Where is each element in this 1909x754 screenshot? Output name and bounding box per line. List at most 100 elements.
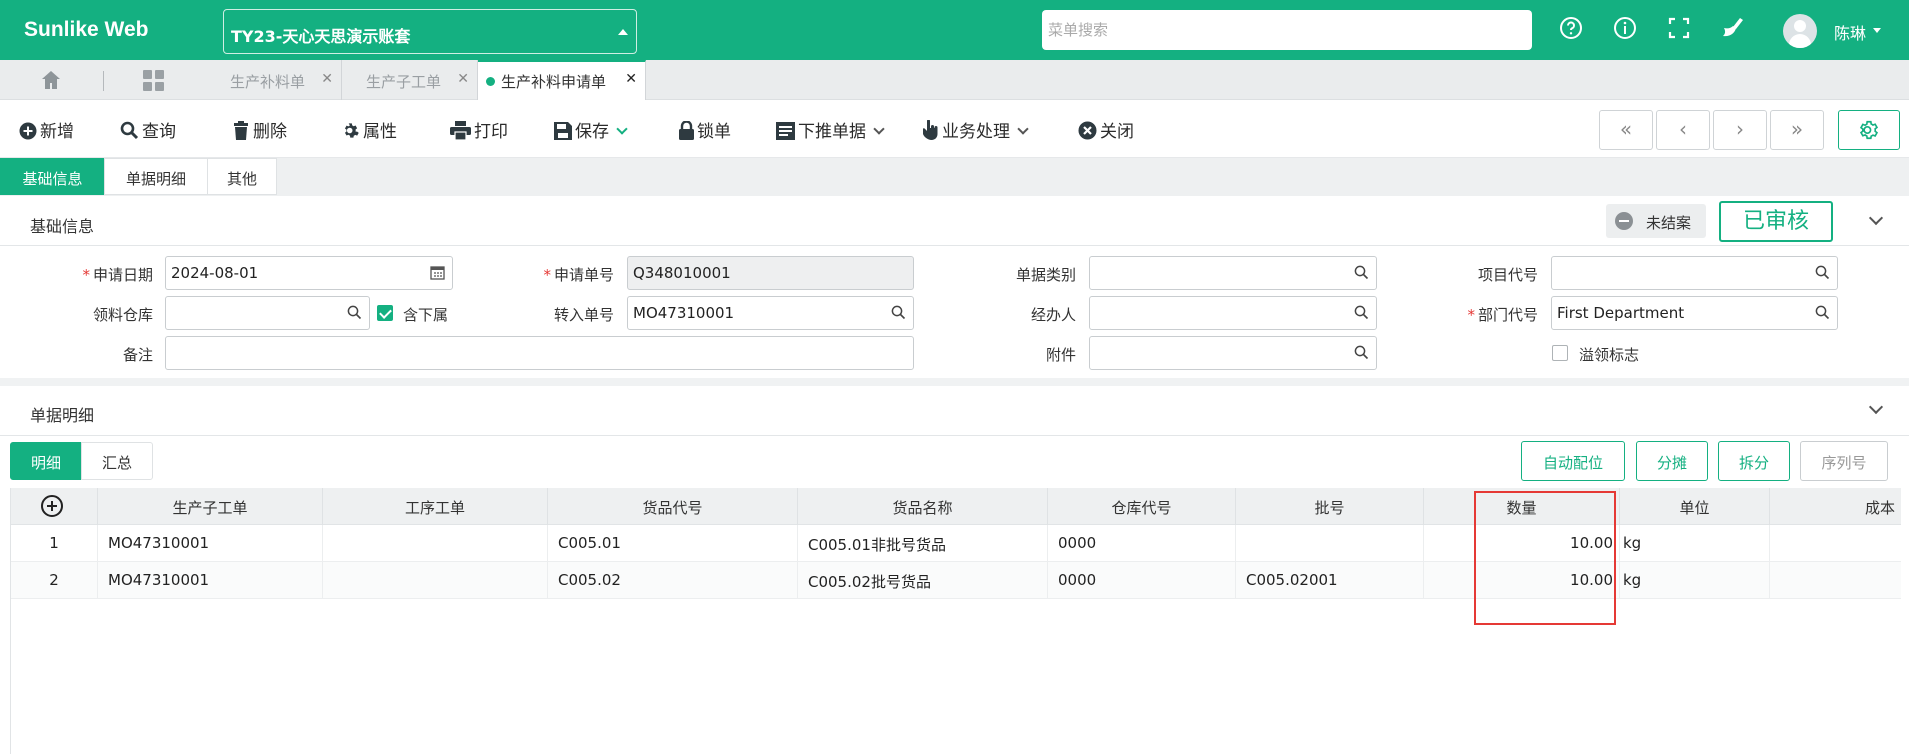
close-icon[interactable]: ✕ bbox=[321, 71, 333, 87]
chevron-down-icon[interactable] bbox=[1868, 399, 1884, 415]
add-circle-icon[interactable] bbox=[41, 495, 63, 517]
prev-record-button[interactable]: ‹ bbox=[1656, 110, 1710, 150]
delete-button[interactable]: 删除 bbox=[232, 117, 287, 142]
user-name[interactable]: 陈琳 bbox=[1834, 20, 1866, 44]
search-icon bbox=[120, 121, 139, 140]
column-header[interactable]: 货品代号 bbox=[548, 488, 798, 525]
search-icon[interactable] bbox=[1354, 345, 1369, 364]
serial-number-button[interactable]: 序列号 bbox=[1800, 441, 1888, 481]
cell-item-name[interactable]: C005.01非批号货品 bbox=[798, 525, 1048, 562]
search-icon[interactable] bbox=[891, 305, 906, 324]
column-header[interactable]: 生产子工单 bbox=[98, 488, 323, 525]
auto-locate-button[interactable]: 自动配位 bbox=[1521, 441, 1625, 481]
home-icon[interactable] bbox=[40, 69, 62, 95]
save-button[interactable]: 保存 bbox=[554, 117, 628, 142]
lock-button[interactable]: 锁单 bbox=[679, 117, 731, 142]
column-header[interactable]: 货品名称 bbox=[798, 488, 1048, 525]
close-icon[interactable]: ✕ bbox=[457, 71, 469, 87]
table-row[interactable]: 1 MO47310001 C005.01 C005.01非批号货品 0000 1… bbox=[11, 525, 1901, 562]
cell-warehouse[interactable]: 0000 bbox=[1048, 562, 1236, 599]
column-header[interactable]: 批号 bbox=[1236, 488, 1424, 525]
cell-process-order[interactable] bbox=[323, 562, 548, 599]
user-menu-caret-icon[interactable] bbox=[1873, 28, 1881, 33]
tab-feed-application[interactable]: 生产补料申请单 ✕ bbox=[478, 60, 646, 100]
project-field[interactable] bbox=[1551, 256, 1838, 290]
cell-batch[interactable] bbox=[1236, 525, 1424, 562]
doc-type-field[interactable] bbox=[1089, 256, 1377, 290]
print-button[interactable]: 打印 bbox=[450, 117, 508, 142]
table-row[interactable]: 2 MO47310001 C005.02 C005.02批号货品 0000 C0… bbox=[11, 562, 1901, 599]
info-icon[interactable] bbox=[1613, 16, 1639, 42]
chevron-down-icon[interactable] bbox=[616, 123, 628, 135]
close-button[interactable]: 关闭 bbox=[1078, 117, 1134, 142]
chevron-down-icon[interactable] bbox=[1868, 210, 1884, 226]
tab-basic-info[interactable]: 基础信息 bbox=[0, 158, 105, 195]
apply-date-label: * 申请日期 bbox=[82, 266, 153, 284]
app-grid-icon[interactable] bbox=[143, 70, 165, 92]
search-icon[interactable] bbox=[1815, 305, 1830, 324]
menu-search-input[interactable] bbox=[1042, 10, 1532, 50]
chevron-down-icon[interactable] bbox=[873, 123, 885, 135]
tab-sub-work-order[interactable]: 生产子工单 ✕ bbox=[342, 60, 478, 100]
tab-summary[interactable]: 汇总 bbox=[81, 442, 153, 480]
dept-field[interactable]: First Department bbox=[1551, 296, 1838, 330]
push-down-button[interactable]: 下推单据 bbox=[776, 117, 885, 142]
include-sub-checkbox[interactable] bbox=[377, 305, 393, 321]
handler-field[interactable] bbox=[1089, 296, 1377, 330]
cell-item-code[interactable]: C005.01 bbox=[548, 525, 798, 562]
column-header[interactable]: 单位 bbox=[1620, 488, 1770, 525]
chevron-down-icon[interactable] bbox=[1017, 123, 1029, 135]
cell-warehouse[interactable]: 0000 bbox=[1048, 525, 1236, 562]
doc-type-label: 单据类别 bbox=[1015, 266, 1076, 284]
tab-detail[interactable]: 明细 bbox=[10, 442, 82, 480]
split-button[interactable]: 拆分 bbox=[1718, 441, 1790, 481]
clean-brush-icon[interactable] bbox=[1720, 16, 1746, 42]
detail-header[interactable]: 单据明细 bbox=[0, 386, 1909, 436]
query-button[interactable]: 查询 bbox=[120, 117, 176, 142]
apply-no-label: * 申请单号 bbox=[543, 266, 614, 284]
avatar[interactable] bbox=[1783, 14, 1817, 48]
overflow-checkbox[interactable] bbox=[1552, 345, 1568, 361]
properties-button[interactable]: 属性 bbox=[341, 117, 397, 142]
first-record-button[interactable]: « bbox=[1599, 110, 1653, 150]
cell-unit[interactable]: kg bbox=[1620, 525, 1770, 562]
allocate-button[interactable]: 分摊 bbox=[1636, 441, 1708, 481]
new-button[interactable]: 新增 bbox=[19, 117, 74, 142]
search-icon[interactable] bbox=[347, 305, 362, 324]
help-icon[interactable] bbox=[1559, 16, 1585, 42]
search-icon[interactable] bbox=[1815, 265, 1830, 284]
search-icon[interactable] bbox=[1354, 305, 1369, 324]
column-header[interactable]: 工序工单 bbox=[323, 488, 548, 525]
remark-field[interactable] bbox=[165, 336, 914, 370]
tab-other[interactable]: 其他 bbox=[207, 158, 277, 195]
tab-production-feed[interactable]: 生产补料单 ✕ bbox=[218, 60, 342, 100]
next-record-button[interactable]: › bbox=[1713, 110, 1767, 150]
add-row-cell[interactable] bbox=[11, 488, 98, 525]
cell-batch[interactable]: C005.02001 bbox=[1236, 562, 1424, 599]
search-icon[interactable] bbox=[1354, 265, 1369, 284]
minus-circle-icon bbox=[1615, 212, 1633, 230]
cell-item-code[interactable]: C005.02 bbox=[548, 562, 798, 599]
transfer-no-field[interactable]: MO47310001 bbox=[627, 296, 914, 330]
column-header[interactable]: 成本 bbox=[1770, 488, 1901, 525]
close-icon[interactable]: ✕ bbox=[625, 71, 637, 87]
warehouse-label: 领料仓库 bbox=[92, 306, 153, 324]
cell-cost[interactable] bbox=[1770, 525, 1901, 562]
tab-document-detail[interactable]: 单据明细 bbox=[104, 158, 208, 195]
last-record-button[interactable]: » bbox=[1770, 110, 1824, 150]
attachment-field[interactable] bbox=[1089, 336, 1377, 370]
column-header[interactable]: 仓库代号 bbox=[1048, 488, 1236, 525]
cell-process-order[interactable] bbox=[323, 525, 548, 562]
account-selector[interactable]: TY23-天心天思演示账套 bbox=[223, 9, 637, 54]
cell-item-name[interactable]: C005.02批号货品 bbox=[798, 562, 1048, 599]
cell-work-order[interactable]: MO47310001 bbox=[98, 562, 323, 599]
business-process-button[interactable]: 业务处理 bbox=[922, 117, 1029, 142]
settings-button[interactable] bbox=[1838, 110, 1900, 150]
fullscreen-icon[interactable] bbox=[1667, 16, 1693, 42]
cell-work-order[interactable]: MO47310001 bbox=[98, 525, 323, 562]
calendar-icon[interactable] bbox=[430, 265, 445, 284]
cell-unit[interactable]: kg bbox=[1620, 562, 1770, 599]
apply-date-field[interactable]: 2024-08-01 bbox=[165, 256, 453, 290]
warehouse-field[interactable] bbox=[165, 296, 370, 330]
cell-cost[interactable] bbox=[1770, 562, 1901, 599]
